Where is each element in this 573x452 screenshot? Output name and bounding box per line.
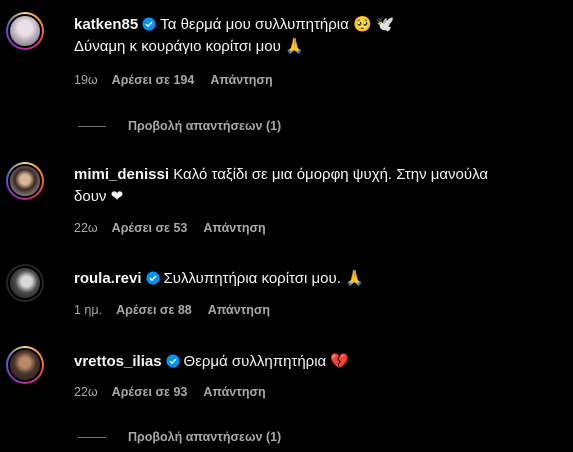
likes-count[interactable]: Αρέσει σε 88 [116,303,192,317]
username[interactable]: vrettos_ilias [74,353,162,370]
likes-count[interactable]: Αρέσει σε 53 [112,221,188,235]
comment-time[interactable]: 22ω [74,221,98,235]
reply-button[interactable]: Απάντηση [210,73,272,87]
avatar-image [8,348,42,382]
reply-button[interactable]: Απάντηση [208,303,270,317]
view-replies-button[interactable]: Προβολή απαντήσεων (1) [78,119,281,133]
divider-line [78,437,106,439]
comment-time[interactable]: 19ω [74,73,98,87]
comment-text-line2: Δύναμη κ κουράγιο κορίτσι μου 🙏 [74,38,304,55]
avatar-image [8,164,42,198]
avatar-image [8,14,42,48]
username[interactable]: katken85 [74,16,138,33]
verified-badge-icon [165,354,180,368]
username[interactable]: mimi_denissi [74,166,169,183]
likes-count[interactable]: Αρέσει σε 93 [112,385,188,399]
comment-text: Καλό ταξίδι σε μια όμορφη ψυχή. Στην μαν… [173,166,489,183]
avatar[interactable] [6,264,44,302]
comment-time[interactable]: 1 ημ. [74,303,102,317]
comment-text-line2: δουν ❤ [74,188,124,205]
view-replies-button[interactable]: Προβολή απαντήσεων (1) [78,430,281,444]
view-replies-label: Προβολή απαντήσεων (1) [128,430,282,444]
comment-text: Συλλυπητήρια κορίτσι μου. 🙏 [163,270,364,287]
divider-line [78,126,106,128]
likes-count[interactable]: Αρέσει σε 194 [112,73,195,87]
comment-text: Τα θερμά μου συλλυπητήρια 🥺 🕊️ [160,16,395,33]
comment-time[interactable]: 22ω [74,385,98,399]
view-replies-label: Προβολή απαντήσεων (1) [128,119,282,133]
verified-badge-icon [145,271,160,285]
avatar[interactable] [6,162,44,200]
avatar[interactable] [6,12,44,50]
comment-text: Θερμά συλληπητήρια 💔 [183,353,350,370]
reply-button[interactable]: Απάντηση [203,221,265,235]
verified-badge-icon [142,17,156,31]
avatar[interactable] [6,346,44,384]
reply-button[interactable]: Απάντηση [203,385,265,399]
username[interactable]: roula.revi [74,270,142,287]
avatar-image [8,266,42,300]
